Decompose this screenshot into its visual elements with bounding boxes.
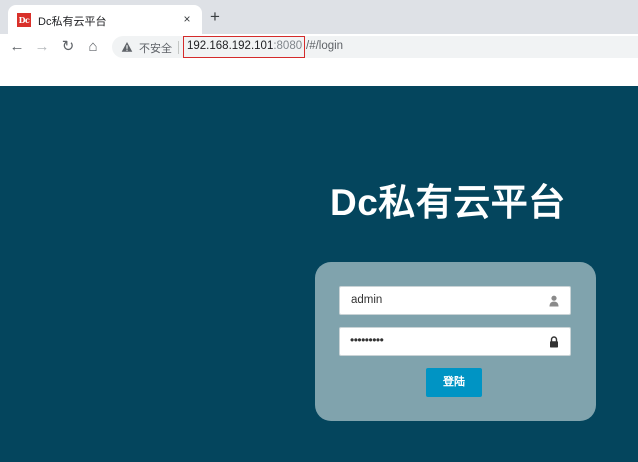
- page-title: Dc私有云平台: [330, 182, 566, 223]
- back-button[interactable]: ←: [8, 38, 26, 56]
- password-value: •••••••••: [350, 333, 384, 347]
- close-icon[interactable]: ×: [180, 12, 194, 26]
- login-button[interactable]: 登陆: [426, 368, 482, 397]
- browser-tab[interactable]: Dc Dc私有云平台 ×: [8, 5, 202, 34]
- toolbar-spacer: [0, 60, 638, 86]
- url-path: /#/login: [306, 40, 344, 52]
- new-tab-button[interactable]: +: [207, 8, 223, 25]
- username-field[interactable]: admin: [339, 286, 571, 315]
- password-field[interactable]: •••••••••: [339, 327, 571, 356]
- dc-logo-icon: Dc: [17, 13, 31, 27]
- user-icon: [549, 295, 559, 307]
- url-host: 192.168.192.101:8080: [187, 40, 302, 52]
- address-separator: [178, 41, 179, 54]
- browser-tab-strip: Dc Dc私有云平台 × +: [0, 0, 638, 34]
- login-form: admin ••••••••• 登陆: [315, 262, 596, 421]
- home-button[interactable]: ⌂: [84, 38, 102, 56]
- address-bar[interactable]: 不安全 192.168.192.101:8080 /#/login: [112, 36, 638, 58]
- forward-button[interactable]: →: [33, 38, 51, 56]
- security-status-label[interactable]: 不安全: [139, 40, 172, 56]
- url-host-text: 192.168.192.101: [187, 40, 274, 52]
- username-value: admin: [351, 294, 383, 306]
- warning-triangle-icon: [121, 42, 133, 52]
- lock-icon: [550, 336, 558, 348]
- url-port: :8080: [273, 40, 303, 52]
- browser-toolbar: ← → ↻ ⌂ 不安全 192.168.192.101:8080 /#/logi…: [0, 34, 638, 60]
- reload-button[interactable]: ↻: [59, 38, 77, 56]
- tab-title: Dc私有云平台: [38, 16, 107, 28]
- login-page: Dc私有云平台 admin ••••••••• 登陆: [0, 86, 638, 462]
